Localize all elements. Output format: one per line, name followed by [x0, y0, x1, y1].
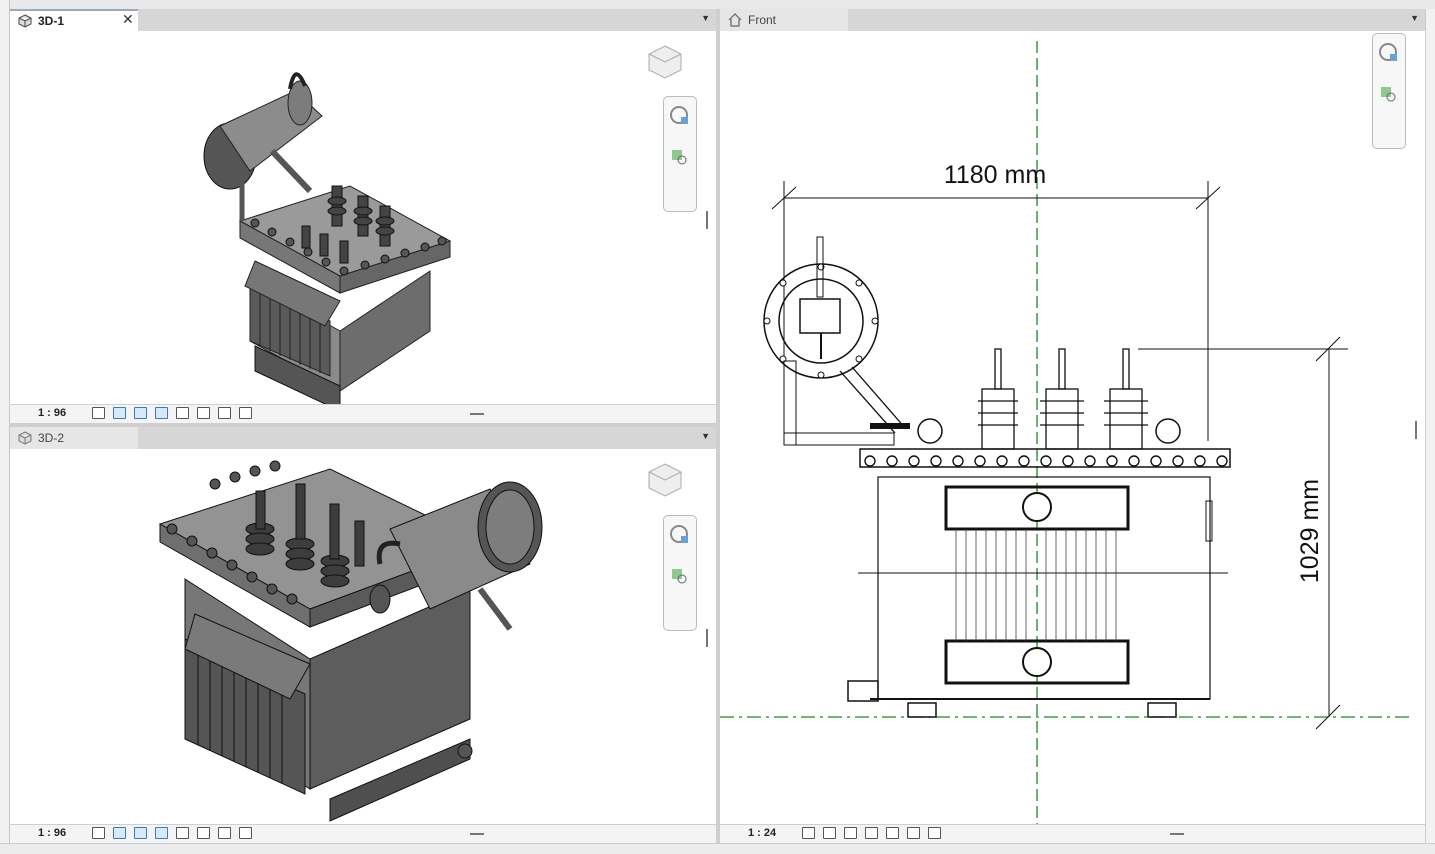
navigation-bar[interactable] [663, 96, 697, 212]
visual-style-icon[interactable] [823, 827, 836, 839]
show-crop-icon[interactable] [218, 407, 231, 419]
show-crop-icon[interactable] [218, 827, 231, 839]
zoom-icon[interactable] [1373, 77, 1405, 117]
navigation-bar[interactable] [1372, 33, 1406, 149]
view-control-bar: 1 : 24 [720, 824, 1425, 843]
crop-view-icon[interactable] [886, 827, 899, 839]
tab-title: 3D-2 [38, 431, 65, 445]
height-dimension-text[interactable]: 1029 mm [1296, 479, 1324, 583]
left-panel-strip [0, 0, 10, 853]
tab-title: Front [748, 13, 777, 27]
view-pane-3d-1[interactable]: 3D-1 ✕ ▼ 1: 96 [10, 9, 716, 423]
zoom-icon[interactable] [664, 140, 696, 180]
drawing-viewport[interactable]: 1180 mm 1029 mm [720, 31, 1425, 825]
tab-bar: 3D-1 ✕ ▼ [10, 9, 716, 31]
crop-view-icon[interactable] [197, 407, 210, 419]
view-control-bar: 1 : 96 [10, 824, 716, 843]
model-viewport[interactable] [10, 449, 716, 825]
detail-level-icon[interactable] [92, 407, 105, 419]
horizontal-scroll-indicator[interactable] [470, 413, 484, 415]
scroll-indicator[interactable] [1415, 421, 1417, 439]
scale-label[interactable]: 1 : 24 [748, 827, 776, 839]
render-icon[interactable] [176, 407, 189, 419]
detail-level-icon[interactable] [92, 827, 105, 839]
close-icon[interactable]: ✕ [122, 11, 134, 28]
transformer-3d-model [158, 460, 543, 822]
show-crop-icon[interactable] [907, 827, 920, 839]
temporary-hide-icon[interactable] [239, 827, 252, 839]
view-cube-icon[interactable] [646, 43, 684, 81]
visual-style-icon[interactable] [113, 827, 126, 839]
chevron-down-icon[interactable]: ▼ [1410, 13, 1419, 23]
tab-bar: Front ▼ [720, 9, 1425, 31]
horizontal-scroll-indicator[interactable] [470, 833, 484, 835]
view-pane-front[interactable]: Front ▼ 1180 mm 1029 mm 1: 24 [720, 9, 1425, 843]
scale-label[interactable]: 1 : 96 [38, 827, 66, 839]
navigation-bar[interactable] [663, 515, 697, 631]
chevron-down-icon[interactable]: ▼ [701, 13, 710, 23]
steering-wheel-icon[interactable] [664, 516, 696, 556]
shadows-icon[interactable] [155, 407, 168, 419]
tab-front[interactable]: Front [720, 9, 848, 31]
width-dimension-text[interactable]: 1180 mm [944, 161, 1046, 189]
tab-3d-1[interactable]: 3D-1 [10, 9, 138, 31]
scale-label[interactable]: 1 : 96 [38, 407, 66, 419]
3d-view-icon [18, 431, 32, 445]
crop-view-icon[interactable] [197, 827, 210, 839]
transformer-3d-model [203, 72, 452, 412]
shadows-icon[interactable] [155, 827, 168, 839]
render-icon[interactable] [176, 827, 189, 839]
sun-path-icon[interactable] [134, 827, 147, 839]
scroll-indicator[interactable] [706, 211, 708, 229]
tab-title: 3D-1 [38, 14, 65, 28]
detail-level-icon[interactable] [802, 827, 815, 839]
shadows-icon[interactable] [865, 827, 878, 839]
sun-path-icon[interactable] [134, 407, 147, 419]
scroll-indicator[interactable] [706, 629, 708, 647]
sun-path-icon[interactable] [844, 827, 857, 839]
view-control-bar: 1 : 96 [10, 404, 716, 423]
right-edge-scrollbar[interactable] [1425, 9, 1435, 843]
tab-3d-2[interactable]: 3D-2 [10, 427, 138, 449]
view-pane-3d-2[interactable]: 3D-2 ▼ 1: 96 [10, 427, 716, 843]
tab-bar: 3D-2 ▼ [10, 427, 716, 449]
temporary-hide-icon[interactable] [928, 827, 941, 839]
zoom-icon[interactable] [664, 559, 696, 599]
temporary-hide-icon[interactable] [239, 407, 252, 419]
steering-wheel-icon[interactable] [1373, 34, 1405, 74]
bottom-status-strip [0, 843, 1435, 854]
front-view-icon [728, 13, 742, 27]
view-cube-icon[interactable] [646, 461, 684, 499]
front-elevation-drawing: 1180 mm 1029 mm [720, 41, 1410, 825]
visual-style-icon[interactable] [113, 407, 126, 419]
model-viewport[interactable] [10, 31, 716, 412]
3d-view-icon [18, 14, 32, 28]
chevron-down-icon[interactable]: ▼ [701, 431, 710, 441]
horizontal-scroll-indicator[interactable] [1170, 833, 1184, 835]
steering-wheel-icon[interactable] [664, 97, 696, 137]
